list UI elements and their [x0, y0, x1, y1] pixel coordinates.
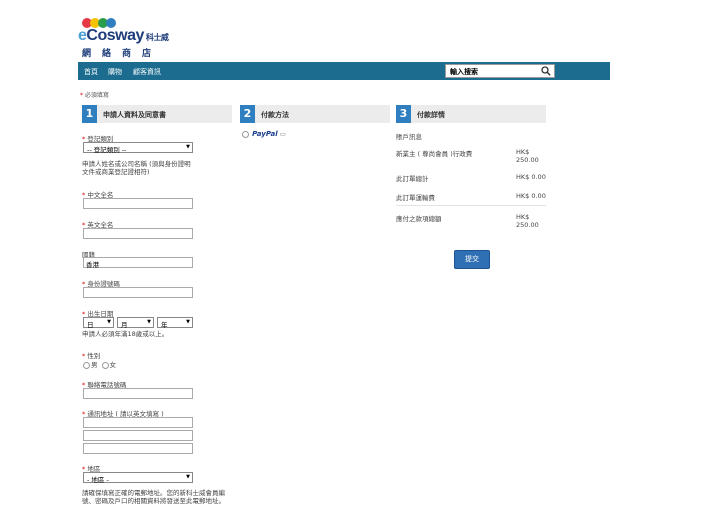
reg-type-select[interactable]: -- 登記類別 -- ▼: [83, 142, 193, 154]
dob-day-select[interactable]: 日 ▼: [83, 317, 114, 329]
step-3-number: 3: [396, 105, 411, 123]
search-icon[interactable]: [541, 66, 551, 76]
chevron-down-icon: ▼: [186, 144, 190, 150]
age-note: 申請人必須年滿18歲或以上。: [82, 330, 169, 338]
chevron-down-icon: ▼: [107, 319, 111, 325]
address-input-2[interactable]: [83, 430, 193, 441]
submit-button[interactable]: 提交: [454, 250, 490, 269]
logo-subtitle: 網絡商店: [82, 49, 163, 59]
step-2-header: 2 付款方法: [240, 105, 390, 123]
step-1-number: 1: [82, 105, 97, 123]
summary-row-amount-due: 應付之款項總額 HK$ 250.00: [396, 213, 539, 229]
step-3-title: 付款詳情: [417, 111, 445, 119]
phone-input[interactable]: [83, 388, 193, 399]
step-1-title: 申請人資料及同意書: [103, 111, 166, 119]
name-note: 申請人姓名或公司名稱 (須與身份證明文件或商業登記證相符): [82, 160, 191, 176]
gender-female-radio[interactable]: [101, 361, 109, 369]
en-name-input[interactable]: [83, 228, 193, 239]
payment-option-paypal[interactable]: PayPal ▭: [242, 130, 286, 138]
summary-row-admin-fee: 新業主 ( 尊尚會員 )行政費 HK$ 250.00: [396, 148, 539, 164]
dob-month-select[interactable]: 月 ▼: [117, 317, 154, 329]
nav-customer-info[interactable]: 顧客資訊: [133, 67, 161, 77]
step-3-header: 3 付款詳情: [396, 105, 546, 123]
required-note: * 必須填寫: [80, 92, 109, 99]
cn-name-input[interactable]: [83, 198, 193, 209]
dob-year-select[interactable]: 年 ▼: [157, 317, 193, 329]
main-navbar: 首頁 購物 顧客資訊 輸入搜索: [78, 62, 610, 80]
paypal-icon: ▭: [279, 130, 286, 138]
id-number-input[interactable]: [83, 287, 193, 298]
nationality-input[interactable]: 香港: [83, 257, 193, 269]
email-note: 請確保填寫正確的電郵地址。您的新科士威會員編號、密碼及戶口的相關資料將發送至此電…: [82, 489, 225, 505]
chevron-down-icon: ▼: [147, 319, 151, 325]
chevron-down-icon: ▼: [186, 319, 190, 325]
logo-wordmark: eCosway 科士威: [78, 27, 169, 44]
step-2-title: 付款方法: [261, 111, 289, 119]
nav-home[interactable]: 首頁: [84, 67, 98, 77]
account-info-heading: 賬戶訊息: [396, 133, 422, 141]
summary-divider: [396, 205, 546, 206]
search-input[interactable]: 輸入搜索: [445, 64, 555, 78]
district-select[interactable]: - 地區 - ▼: [83, 472, 193, 484]
paypal-logo: PayPal: [252, 130, 278, 138]
search-placeholder: 輸入搜索: [450, 68, 478, 76]
summary-row-order-total: 此訂單總計 HK$ 0.00: [396, 173, 546, 183]
chevron-down-icon: ▼: [186, 474, 190, 480]
address-input-1[interactable]: [83, 417, 193, 428]
address-input-3[interactable]: [83, 443, 193, 454]
gender-male-radio[interactable]: [83, 361, 90, 369]
summary-row-shipping: 此訂單運輸費 HK$ 0.00: [396, 192, 546, 202]
nav-shopping[interactable]: 購物: [108, 67, 122, 77]
gender-options: 男 女: [83, 359, 116, 369]
paypal-radio[interactable]: [242, 130, 249, 138]
step-1-header: 1 申請人資料及同意書: [82, 105, 232, 123]
ecosway-logo[interactable]: eCosway 科士威 網絡商店: [78, 18, 178, 59]
step-2-number: 2: [240, 105, 255, 123]
